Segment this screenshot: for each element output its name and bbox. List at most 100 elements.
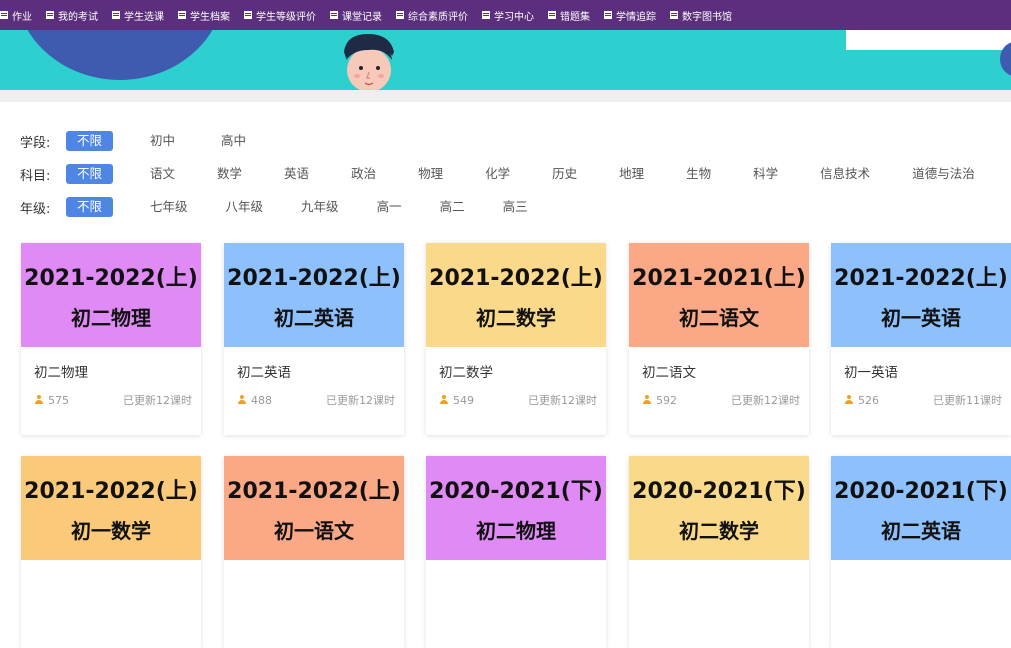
course-card[interactable]: 2021-2022(上) 初一数学 bbox=[21, 456, 201, 648]
filter-subject-option[interactable]: 物理 bbox=[409, 164, 452, 184]
course-title[interactable]: 初二物理 bbox=[34, 361, 201, 381]
filter-subject: 科目: 不限 语文 数学 英语 政治 物理 化学 历史 地理 生物 科学 信息技术 道德与法治 bbox=[20, 163, 984, 185]
filter-subject-option[interactable]: 英语 bbox=[275, 164, 318, 184]
course-card[interactable]: 2020-2021(下) 初二数学 bbox=[629, 456, 809, 648]
nav-item-6[interactable]: 综合素质评价 bbox=[396, 8, 468, 23]
banner-circle bbox=[15, 30, 225, 80]
cover-subject: 初二物理 bbox=[71, 305, 151, 330]
filter-subject-option[interactable]: 科学 bbox=[744, 164, 787, 184]
list-icon bbox=[548, 11, 556, 19]
filter-subject-option[interactable]: 语文 bbox=[141, 164, 184, 184]
nav-item-label: 学生档案 bbox=[190, 11, 230, 23]
list-icon bbox=[178, 11, 186, 19]
course-title[interactable]: 初二数学 bbox=[439, 361, 606, 381]
course-card[interactable]: 2021-2022(上) 初二数学初二数学 549 已更新12课时 bbox=[426, 243, 606, 435]
filter-stage-option[interactable]: 高中 bbox=[212, 131, 255, 151]
learner-count-value: 592 bbox=[656, 393, 677, 407]
nav-item-label: 综合素质评价 bbox=[408, 11, 468, 23]
filter-subject-option[interactable]: 化学 bbox=[476, 164, 519, 184]
filter-grade-option[interactable]: 高三 bbox=[494, 197, 537, 217]
nav-item-7[interactable]: 学习中心 bbox=[482, 8, 534, 23]
nav-item-2[interactable]: 学生选课 bbox=[112, 8, 164, 23]
filter-subject-option[interactable]: 信息技术 bbox=[811, 164, 879, 184]
course-cover[interactable]: 2020-2021(下) 初二数学 bbox=[629, 456, 809, 560]
course-cover[interactable]: 2021-2022(上) 初二物理 bbox=[21, 243, 201, 347]
course-card[interactable]: 2020-2021(下) 初二英语 bbox=[831, 456, 1011, 648]
course-cover[interactable]: 2021-2022(上) 初一数学 bbox=[21, 456, 201, 560]
list-icon bbox=[244, 11, 252, 19]
filter-stage: 学段: 不限 初中 高中 bbox=[20, 130, 984, 152]
course-card[interactable]: 2021-2022(上) 初一语文 bbox=[224, 456, 404, 648]
course-card[interactable]: 2021-2022(上) 初二英语 初二英语 488 已更新12课时 bbox=[224, 243, 404, 435]
course-title[interactable]: 初二英语 bbox=[237, 361, 404, 381]
nav-item-3[interactable]: 学生档案 bbox=[178, 8, 230, 23]
nav-item-label: 错题集 bbox=[560, 11, 590, 23]
filter-subject-option[interactable]: 政治 bbox=[342, 164, 385, 184]
filter-grade-option[interactable]: 八年级 bbox=[217, 197, 273, 217]
filter-subject-option[interactable]: 生物 bbox=[677, 164, 720, 184]
course-card[interactable]: 2021-2022(上) 初一英语初一英语 526 已更新11课时 bbox=[831, 243, 1011, 435]
user-icon bbox=[439, 394, 449, 405]
cover-year: 2021-2022(上) bbox=[24, 265, 198, 291]
nav-item-label: 作业 bbox=[12, 11, 32, 23]
nav-item-10[interactable]: 数字图书馆 bbox=[670, 8, 732, 23]
banner-search-box[interactable] bbox=[846, 30, 1011, 50]
course-cover[interactable]: 2021-2022(上) 初一语文 bbox=[224, 456, 404, 560]
nav-item-0[interactable]: 作业 bbox=[0, 8, 32, 23]
update-status: 已更新12课时 bbox=[528, 394, 597, 407]
filter-subject-option[interactable]: 地理 bbox=[610, 164, 653, 184]
banner bbox=[0, 30, 1011, 90]
list-icon bbox=[604, 11, 612, 19]
nav-item-1[interactable]: 我的考试 bbox=[46, 8, 98, 23]
update-status: 已更新12课时 bbox=[731, 394, 800, 407]
learner-count: 549 bbox=[439, 394, 474, 407]
nav-item-label: 数字图书馆 bbox=[682, 11, 732, 23]
course-card[interactable]: 2021-2021(上) 初二语文 初二语文 592 已更新12课时 bbox=[629, 243, 809, 435]
filter-grade-option[interactable]: 高一 bbox=[368, 197, 411, 217]
course-cover[interactable]: 2021-2022(上) 初二数学 bbox=[426, 243, 606, 347]
cover-subject: 初二数学 bbox=[679, 518, 759, 543]
cover-year: 2021-2022(上) bbox=[227, 265, 401, 291]
learner-count: 575 bbox=[34, 394, 69, 407]
course-cover[interactable]: 2020-2021(下) 初二物理 bbox=[426, 456, 606, 560]
filter-grade-option[interactable]: 七年级 bbox=[141, 197, 197, 217]
cover-subject: 初一数学 bbox=[71, 518, 151, 543]
cover-year: 2021-2022(上) bbox=[429, 265, 603, 291]
filter-subject-label: 科目: bbox=[20, 168, 51, 184]
list-icon bbox=[482, 11, 490, 19]
learner-count-value: 526 bbox=[858, 393, 879, 407]
course-title[interactable]: 初二语文 bbox=[642, 361, 809, 381]
course-cover[interactable]: 2021-2022(上) 初二英语 bbox=[224, 243, 404, 347]
filter-grade-option[interactable]: 不限 bbox=[66, 197, 114, 217]
update-status: 已更新11课时 bbox=[933, 394, 1002, 407]
cover-year: 2021-2022(上) bbox=[227, 478, 401, 504]
learner-count-value: 575 bbox=[48, 393, 69, 407]
update-status: 已更新12课时 bbox=[326, 394, 395, 407]
filter-subject-option[interactable]: 不限 bbox=[66, 164, 114, 184]
filter-grade-option[interactable]: 九年级 bbox=[292, 197, 348, 217]
course-title[interactable]: 初一英语 bbox=[844, 361, 1011, 381]
nav-item-9[interactable]: 学情追踪 bbox=[604, 8, 656, 23]
course-cover[interactable]: 2020-2021(下) 初二英语 bbox=[831, 456, 1011, 560]
user-icon bbox=[34, 394, 44, 405]
filter-subject-option[interactable]: 历史 bbox=[543, 164, 586, 184]
divider-strip bbox=[0, 90, 1011, 102]
filter-stage-option[interactable]: 不限 bbox=[66, 131, 114, 151]
filter-stage-option[interactable]: 初中 bbox=[141, 131, 184, 151]
nav-item-5[interactable]: 课堂记录 bbox=[330, 8, 382, 23]
course-cover[interactable]: 2021-2022(上) 初一英语 bbox=[831, 243, 1011, 347]
learner-count: 592 bbox=[642, 394, 677, 407]
course-meta: 549 已更新12课时 bbox=[439, 392, 597, 408]
nav-item-8[interactable]: 错题集 bbox=[548, 8, 590, 23]
cover-subject: 初二英语 bbox=[274, 305, 354, 330]
filter-subject-option[interactable]: 数学 bbox=[208, 164, 251, 184]
filter-subject-option[interactable]: 道德与法治 bbox=[903, 164, 984, 184]
course-card[interactable]: 2021-2022(上) 初二物理 初二物理 575 已更新12课时 bbox=[21, 243, 201, 435]
nav-item-4[interactable]: 学生等级评价 bbox=[244, 8, 316, 23]
cover-subject: 初二语文 bbox=[679, 305, 759, 330]
filter-grade-option[interactable]: 高二 bbox=[431, 197, 474, 217]
course-card[interactable]: 2020-2021(下) 初二物理 bbox=[426, 456, 606, 648]
course-cover[interactable]: 2021-2021(上) 初二语文 bbox=[629, 243, 809, 347]
user-icon bbox=[237, 394, 247, 405]
cover-year: 2021-2022(上) bbox=[834, 265, 1008, 291]
